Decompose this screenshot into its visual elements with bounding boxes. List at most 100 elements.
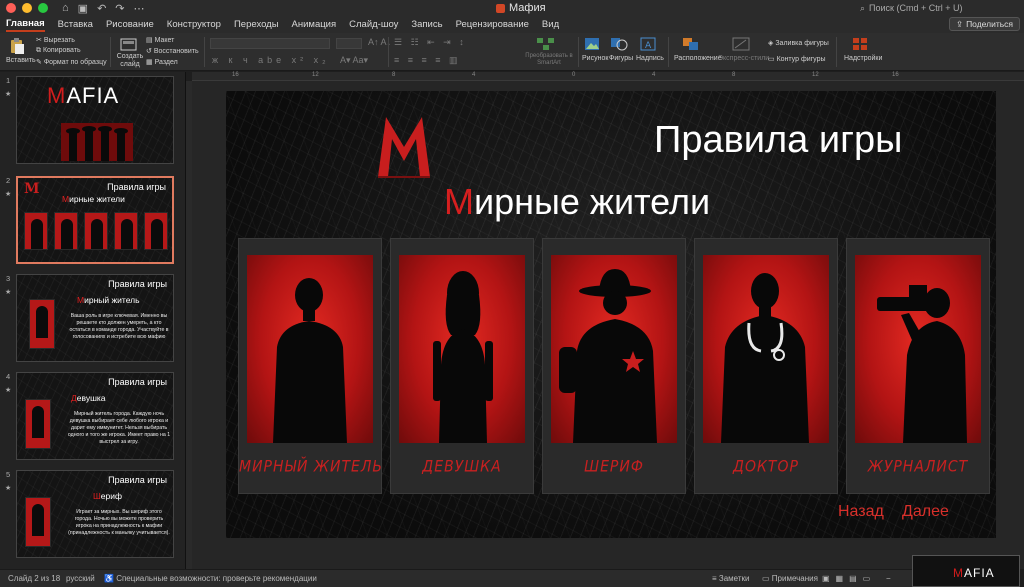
role-card-journalist[interactable]: ЖУРНАЛИСТ [846,238,990,494]
copy-button[interactable]: ⧉ Копировать [36,47,81,55]
role-card-girl[interactable]: ДЕВУШКА [390,238,534,494]
slide-thumbnails-panel: 1 ★ MAFIA 2 ★ M Правила игры Мирные жите… [0,72,186,569]
zoom-window-button[interactable] [38,3,48,13]
cut-button[interactable]: ✂ Вырезать [36,36,75,44]
thumbnail-slide-3[interactable]: 3 ★ Правила игры Мирный житель Ваша роль… [0,270,185,362]
tab-review[interactable]: Рецензирование [456,19,529,30]
ribbon-separator [204,37,205,67]
addins-icon[interactable] [852,37,868,51]
horizontal-ruler: 16 12 8 4 0 4 8 12 16 [192,72,1024,81]
font-color-icon[interactable]: A▾ Aa▾ [340,55,368,66]
tab-transitions[interactable]: Переходы [234,19,279,30]
addins-button[interactable]: Надстройки [844,55,882,62]
layout-button[interactable]: ▤ Макет [146,36,174,44]
picture-button[interactable]: Рисунок [582,55,608,62]
slide-title[interactable]: Правила игры [654,119,902,162]
svg-text:A: A [645,41,652,51]
new-slide-icon[interactable] [120,37,138,53]
current-slide[interactable]: Правила игры Мирные жители МИРНЫЙ ЖИТЕЛЬ [226,91,996,538]
thumbnail-slide-4[interactable]: 4 ★ Правила игры Девушка Мирный житель г… [0,368,185,460]
font-size-select[interactable] [336,38,362,49]
role-card-sheriff[interactable]: ШЕРИФ [542,238,686,494]
thumbnail-preview: Правила игры Мирный житель Ваша роль в и… [16,274,174,362]
thumbnail-logo: M [24,181,40,197]
new-slide-button[interactable]: Создать слайд [116,53,144,69]
tab-home[interactable]: Главная [6,18,45,32]
shapes-icon[interactable] [610,37,628,51]
thumbnail-slide-5[interactable]: 5 ★ Правила игры Шериф Играет за мирных.… [0,466,185,558]
next-link[interactable]: Далее [902,503,949,521]
language-indicator[interactable]: русский [66,574,95,583]
slide-subtitle[interactable]: Мирные жители [444,181,710,223]
title-bar: ⌂ ▣ ↶ ↷ ⋯ Мафия ⌕ Поиск (Cmd + Ctrl + U) [0,0,1024,16]
redo-icon[interactable]: ↷ [115,2,124,15]
thumbnail-title: Правила игры [107,182,166,192]
animation-star-icon: ★ [5,485,12,492]
view-buttons[interactable]: ▣▦▤▭ [822,574,876,583]
paste-icon[interactable] [8,37,26,55]
presenter-mini-preview[interactable]: MAFIA [912,555,1020,587]
reset-icon: ↺ [146,48,154,55]
tab-view[interactable]: Вид [542,19,559,30]
tab-record[interactable]: Запись [411,19,442,30]
civilian-image [247,255,373,443]
quick-styles-button[interactable]: Экспресс-стили [718,55,769,62]
thumbnail-card [144,212,168,250]
tab-draw[interactable]: Рисование [106,19,154,30]
zoom-out-button[interactable]: − [886,574,891,583]
format-painter-button[interactable]: ✎ Формат по образцу [36,58,107,66]
ruler-mark: 8 [392,72,396,78]
ribbon-tabs: Главная Вставка Рисование Конструктор Пе… [0,16,1024,33]
textbox-icon[interactable]: A [640,37,656,51]
thumbnail-subtitle: Мирные жители [62,194,125,204]
comments-button[interactable]: ▭ Примечания [762,574,818,583]
list-buttons[interactable]: ☰ ☷ ⇤ ⇥ ↕ [394,37,467,48]
subtitle-rest: ериф [100,491,122,501]
notes-button[interactable]: ≡ Заметки [712,574,750,583]
tab-slideshow[interactable]: Слайд-шоу [349,19,398,30]
mafia-rest: AFIA [66,83,120,108]
close-window-button[interactable] [6,3,16,13]
role-card-doctor[interactable]: ДОКТОР [694,238,838,494]
shape-outline-label: Контур фигуры [776,56,826,63]
reset-button[interactable]: ↺ Восстановить [146,47,199,55]
tab-animations[interactable]: Анимация [292,19,337,30]
font-family-select[interactable] [210,38,330,49]
shape-fill-button[interactable]: ◈ Заливка фигуры [768,39,829,47]
arrange-icon[interactable] [682,37,700,51]
thumbnail-slide-1[interactable]: 1 ★ MAFIA [0,72,185,164]
shape-outline-button[interactable]: ▭ Контур фигуры [768,55,826,63]
ribbon-separator [836,37,837,67]
convert-smartart-button[interactable]: Преобразовать в SmartArt [524,53,574,67]
animation-star-icon: ★ [5,191,12,198]
font-style-buttons[interactable]: ж к ч abe x² x₂ [212,55,330,65]
save-icon[interactable]: ▣ [78,2,88,15]
textbox-button[interactable]: Надпись [636,55,664,62]
section-label: Раздел [154,59,178,66]
copy-icon: ⧉ [36,47,43,54]
arrange-button[interactable]: Расположение [674,55,722,62]
accessibility-status[interactable]: ♿ Специальные возможности: проверьте рек… [104,574,317,583]
minimize-window-button[interactable] [22,3,32,13]
tab-insert[interactable]: Вставка [58,19,93,30]
picture-icon[interactable] [584,37,600,51]
role-card-civilian[interactable]: МИРНЫЙ ЖИТЕЛЬ [238,238,382,494]
section-button[interactable]: ▦ Раздел [146,58,178,66]
thumbnail-subtitle: Шериф [93,491,122,501]
smartart-icon[interactable] [536,37,556,51]
home-icon[interactable]: ⌂ [62,2,69,15]
share-button[interactable]: ⇪ Поделиться [948,17,1020,31]
align-buttons[interactable]: ≡ ≡ ≡ ≡ ▥ [394,55,461,66]
shape-fill-label: Заливка фигуры [775,40,829,47]
shapes-button[interactable]: Фигуры [609,55,633,62]
quick-styles-icon[interactable] [732,37,750,51]
more-icon[interactable]: ⋯ [134,2,145,15]
undo-icon[interactable]: ↶ [97,2,106,15]
format-painter-label: Формат по образцу [43,59,107,66]
search-box[interactable]: ⌕ Поиск (Cmd + Ctrl + U) [860,2,1020,14]
tab-design[interactable]: Конструктор [167,19,221,30]
thumbnail-slide-2[interactable]: 2 ★ M Правила игры Мирные жители [0,172,185,264]
back-link[interactable]: Назад [838,503,884,521]
paste-button[interactable]: Вставить [6,57,36,64]
animation-star-icon: ★ [5,289,12,296]
